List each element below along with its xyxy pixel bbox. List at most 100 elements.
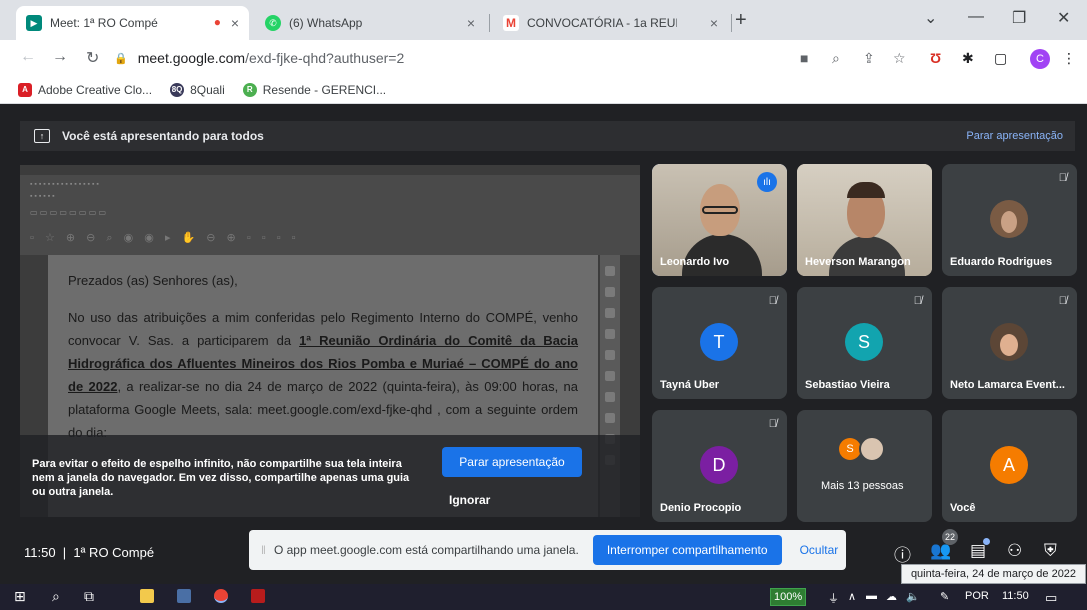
url-path: /exd-fjke-qhd?authuser=2 xyxy=(245,50,405,66)
clock-time: 11:50 xyxy=(24,545,56,560)
tray-expand-icon[interactable]: ∧ xyxy=(848,590,856,603)
muted-mic-icon: 🎙̸ xyxy=(768,295,777,307)
extension-icon[interactable]: Ʊ xyxy=(930,50,941,66)
close-tab-icon[interactable]: × xyxy=(710,15,718,31)
extensions-puzzle-icon[interactable]: ✱ xyxy=(962,50,974,67)
forward-button[interactable]: → xyxy=(52,48,68,66)
snackbar-text: O app meet.google.com está compartilhand… xyxy=(273,543,579,557)
presenting-text: Você está apresentando para todos xyxy=(62,129,264,143)
meeting-info-icon[interactable]: ⓘ xyxy=(894,541,911,566)
participant-tile-sebastiao[interactable]: 🎙̸ S Sebastiao Vieira xyxy=(797,287,932,399)
shared-tools: ▫ ☆ ⊕ ⊖ ⌕ ◉ ◉ ▸ ✋ ⊖ ⊕ ▫ ▫ ▫ ▫ xyxy=(30,232,300,244)
muted-mic-icon: 🎙̸ xyxy=(1058,172,1067,184)
url-text: meet.google.com/exd-fjke-qhd?authuser=2 xyxy=(138,50,405,66)
stop-sharing-button[interactable]: Interromper compartilhamento xyxy=(592,535,782,565)
presenting-banner: ↑ Você está apresentando para todos Para… xyxy=(20,121,1075,151)
menu-kebab-icon[interactable]: ⋮ xyxy=(1062,50,1076,67)
tab-gmail[interactable]: M CONVOCATÓRIA - 1a REUNIÃO × xyxy=(493,6,728,40)
tab-title: CONVOCATÓRIA - 1a REUNIÃO xyxy=(527,16,677,30)
doc-text: , a realizar-se no dia 24 de março de 20… xyxy=(68,379,579,440)
participant-tile-neto[interactable]: 🎙̸ Neto Lamarca Event... xyxy=(942,287,1077,399)
tab-whatsapp[interactable]: ✆ (6) WhatsApp × xyxy=(255,6,485,40)
windows-taskbar: ⊞ ⌕ ⧉ 100% ⏚ ∧ ▬ ☁ 🔈 ✎ POR 11:50 ▭ xyxy=(0,584,1087,610)
participant-tile-eduardo[interactable]: 🎙̸ Eduardo Rodrigues xyxy=(942,164,1077,276)
participant-avatar: T xyxy=(700,323,738,361)
side-panel-icon[interactable]: ▢ xyxy=(994,50,1007,67)
search-icon[interactable]: ⌕ xyxy=(52,588,60,605)
battery-indicator[interactable]: 100% xyxy=(770,588,807,606)
acrobat-icon[interactable] xyxy=(251,589,265,603)
zoom-icon[interactable]: ⌕ xyxy=(832,50,840,67)
restore-button[interactable]: ❐ xyxy=(1012,8,1026,28)
bookmark-8quali[interactable]: 8Q 8Quali xyxy=(170,82,225,97)
participant-tile-heverson[interactable]: Heverson Marangon xyxy=(797,164,932,276)
participant-photo xyxy=(990,323,1028,361)
more-participants-label: Mais 13 pessoas xyxy=(821,480,904,492)
participant-count-badge: 22 xyxy=(942,529,958,545)
participant-name: Você xyxy=(950,502,976,514)
whatsapp-favicon-icon: ✆ xyxy=(265,15,281,31)
participant-tile-tayna[interactable]: 🎙̸ T Tayná Uber xyxy=(652,287,787,399)
hide-snackbar-button[interactable]: Ocultar xyxy=(800,543,839,557)
volume-icon[interactable]: 🔈 xyxy=(906,590,920,603)
gmail-favicon-icon: M xyxy=(503,15,519,31)
windows-start-icon[interactable]: ⊞ xyxy=(14,588,26,605)
language-indicator[interactable]: POR xyxy=(965,590,989,602)
close-tab-icon[interactable]: × xyxy=(231,15,239,31)
tab-separator xyxy=(731,14,732,32)
adobe-icon: A xyxy=(18,82,32,97)
address-bar[interactable]: 🔒 meet.google.com/exd-fjke-qhd?authuser=… xyxy=(114,44,814,72)
tab-title: (6) WhatsApp xyxy=(289,16,363,30)
share-icon[interactable]: ⇪ xyxy=(863,50,875,67)
present-screen-icon: ↑ xyxy=(34,129,50,143)
stop-presenting-link[interactable]: Parar apresentação xyxy=(966,130,1063,142)
chrome-icon[interactable] xyxy=(214,589,228,603)
participant-tile-denio[interactable]: 🎙̸ D Denio Procopio xyxy=(652,410,787,522)
minimize-button[interactable]: — xyxy=(968,8,984,26)
close-tab-icon[interactable]: × xyxy=(467,15,475,31)
activities-icon[interactable]: ⚇ xyxy=(1007,541,1022,561)
cloud-icon[interactable]: ☁ xyxy=(886,590,897,603)
participant-tile-leonardo[interactable]: ılı Leonardo Ivo xyxy=(652,164,787,276)
muted-mic-icon: 🎙̸ xyxy=(768,418,777,430)
taskbar-clock[interactable]: 11:50 xyxy=(1002,590,1029,602)
participant-tile-more[interactable]: S Mais 13 pessoas xyxy=(797,410,932,522)
sharing-snackbar: ‖ O app meet.google.com está compartilha… xyxy=(249,530,846,570)
new-tab-button[interactable]: + xyxy=(735,9,747,32)
participant-avatar: D xyxy=(700,446,738,484)
participant-name: Leonardo Ivo xyxy=(660,256,730,268)
pen-icon[interactable]: ✎ xyxy=(940,590,949,603)
host-controls-icon[interactable]: ⛨ xyxy=(1044,541,1057,561)
bookmark-label: Adobe Creative Clo... xyxy=(38,82,153,97)
task-view-icon[interactable]: ⧉ xyxy=(84,588,94,605)
back-button[interactable]: ← xyxy=(20,48,36,66)
stop-presenting-button[interactable]: Parar apresentação xyxy=(442,447,582,477)
power-plug-icon[interactable]: ⏚ xyxy=(828,590,839,606)
participant-tile-you[interactable]: A Você xyxy=(942,410,1077,522)
8quali-icon: 8Q xyxy=(170,82,185,97)
shared-menubar: ▪ ▪ ▪ ▪ ▪ ▪ xyxy=(30,193,55,200)
lock-icon[interactable]: 🔒 xyxy=(114,52,128,65)
bookmark-star-icon[interactable]: ☆ xyxy=(893,50,906,67)
camera-in-use-icon[interactable]: ■ xyxy=(800,50,808,66)
calculator-icon[interactable] xyxy=(177,589,191,603)
profile-avatar[interactable]: C xyxy=(1030,49,1050,69)
tab-search-icon[interactable]: ⌄ xyxy=(924,8,937,28)
tab-meet[interactable]: ▶ Meet: 1ª RO Compé ● × xyxy=(16,6,249,40)
notifications-icon[interactable]: ▭ xyxy=(1045,590,1057,606)
drag-handle-icon[interactable]: ‖ xyxy=(261,543,266,557)
chat-notification-dot xyxy=(983,538,990,545)
meet-favicon-icon: ▶ xyxy=(26,15,42,31)
network-icon[interactable]: ▬ xyxy=(866,590,877,602)
muted-mic-icon: 🎙̸ xyxy=(1058,295,1067,307)
close-window-button[interactable]: ✕ xyxy=(1057,8,1070,28)
mirror-warning-text: Para evitar o efeito de espelho infinito… xyxy=(32,458,410,498)
bookmark-resende[interactable]: R Resende - GERENCI... xyxy=(242,82,387,97)
bookmark-adobe[interactable]: A Adobe Creative Clo... xyxy=(18,82,153,97)
reload-button[interactable]: ↻ xyxy=(86,48,99,68)
participant-avatar: A xyxy=(990,446,1028,484)
resende-icon: R xyxy=(242,82,257,97)
bookmark-label: Resende - GERENCI... xyxy=(262,82,387,97)
ignore-button[interactable]: Ignorar xyxy=(449,493,490,507)
file-explorer-icon[interactable] xyxy=(140,589,154,603)
